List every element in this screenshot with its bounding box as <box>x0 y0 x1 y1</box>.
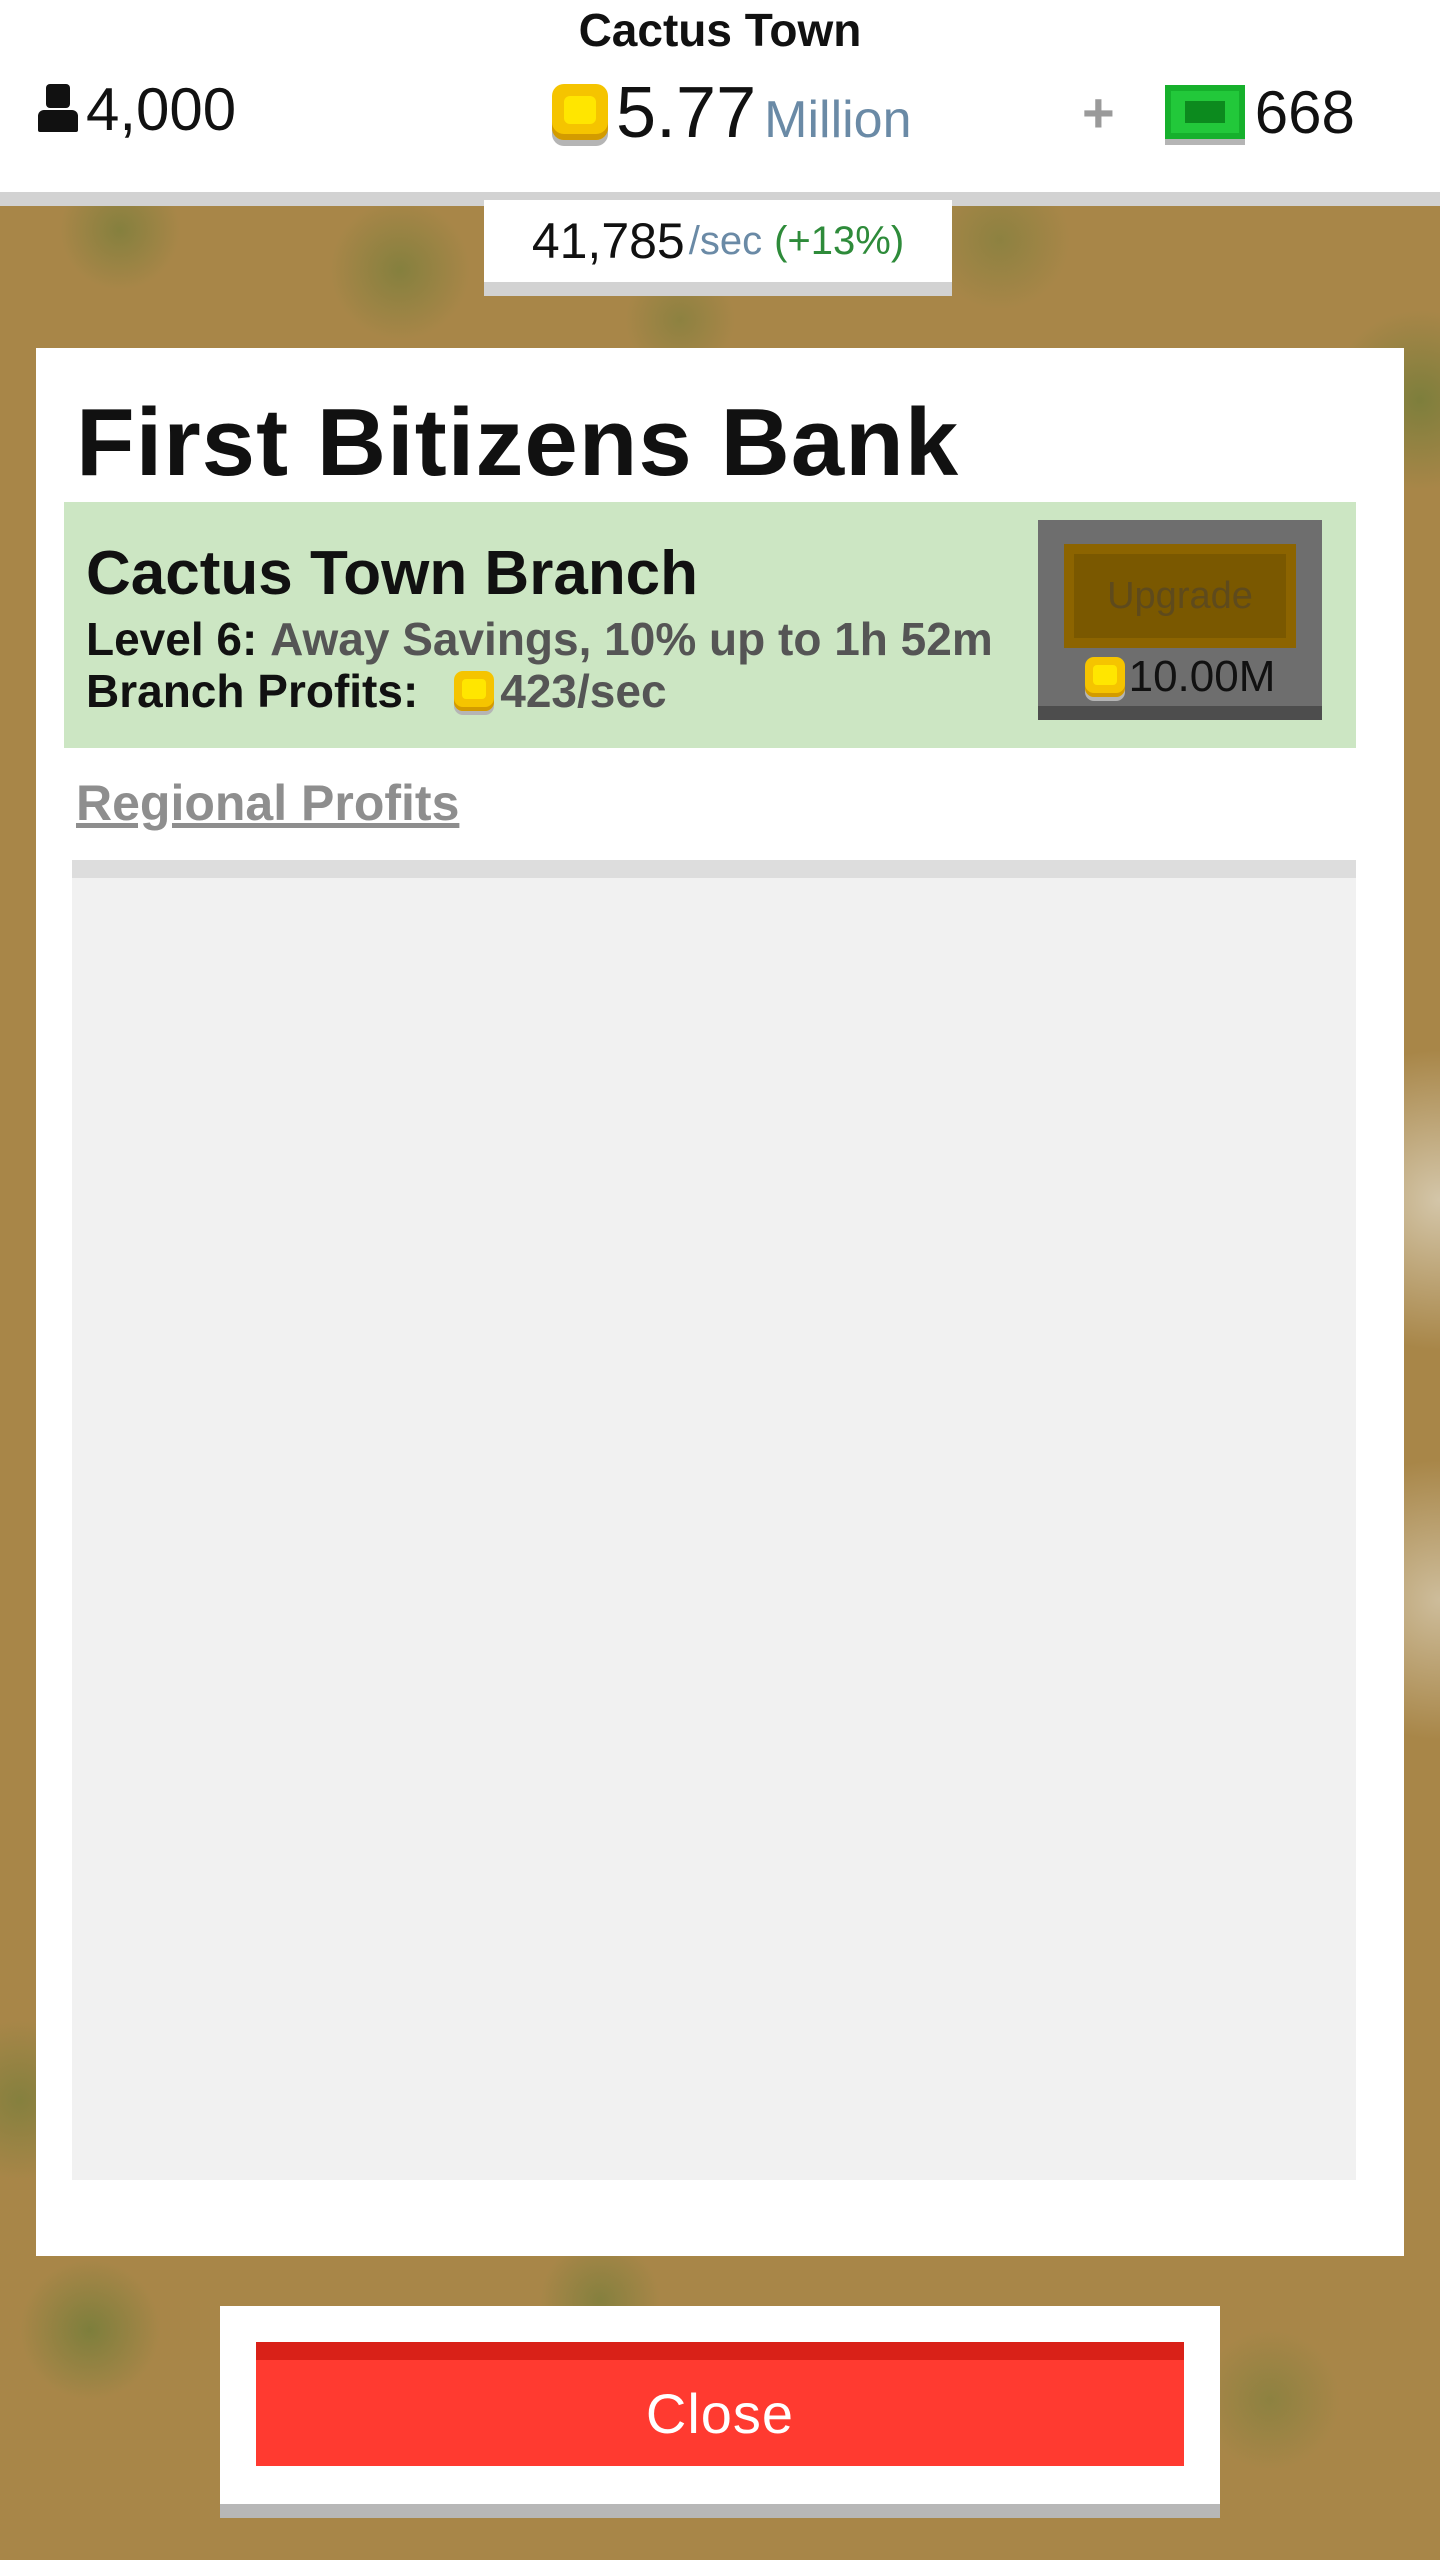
upgrade-button[interactable]: Upgrade <box>1064 544 1296 648</box>
upgrade-cost-value: 10.00M <box>1128 652 1276 701</box>
page-title: First Bitizens Bank <box>76 389 960 496</box>
bux-value: 668 <box>1254 78 1355 146</box>
profits-value: 423/sec <box>500 665 667 717</box>
town-title: Cactus Town <box>578 4 862 56</box>
close-button[interactable]: Close <box>256 2342 1184 2466</box>
regional-profits-link[interactable]: Regional Profits <box>76 774 459 832</box>
coins-unit: Million <box>764 91 912 149</box>
coins-display: 5.77 Million <box>552 72 912 153</box>
population-display: 4,000 <box>36 72 236 146</box>
person-icon <box>36 84 80 134</box>
coins-value: 5.77 <box>616 73 757 153</box>
bank-dialog: First Bitizens Bank Cactus Town Branch L… <box>36 348 1404 2256</box>
branch-level: Level 6: Away Savings, 10% up to 1h 52m <box>86 612 993 666</box>
top-status-bar: Cactus Town 4,000 5.77 Million + 668 <box>0 0 1440 206</box>
branch-name: Cactus Town Branch <box>86 539 699 608</box>
regional-profits-list[interactable] <box>72 860 1356 2180</box>
income-rate-tab: 41,785 /sec (+13%) <box>484 200 952 296</box>
plus-icon[interactable]: + <box>1082 80 1115 145</box>
coin-icon <box>552 84 608 140</box>
bux-display[interactable]: + 668 <box>1082 72 1355 152</box>
branch-card: Cactus Town Branch Level 6: Away Savings… <box>64 502 1356 748</box>
profits-label: Branch Profits: <box>86 665 419 717</box>
upgrade-box[interactable]: Upgrade 10.00M <box>1038 520 1322 720</box>
level-description: Away Savings, 10% up to 1h 52m <box>270 613 993 665</box>
close-button-container: Close <box>220 2306 1220 2518</box>
population-value: 4,000 <box>86 75 237 143</box>
coin-icon <box>1084 657 1125 697</box>
cash-icon <box>1164 85 1245 139</box>
rate-bonus: (+13%) <box>774 218 905 263</box>
rate-value: 41,785 <box>531 213 685 269</box>
branch-profits: Branch Profits: 423/sec <box>86 664 667 718</box>
level-label: Level 6: <box>86 613 258 665</box>
coin-icon <box>454 671 495 711</box>
rate-unit: /sec <box>688 218 763 263</box>
upgrade-cost: 10.00M <box>1038 652 1322 702</box>
